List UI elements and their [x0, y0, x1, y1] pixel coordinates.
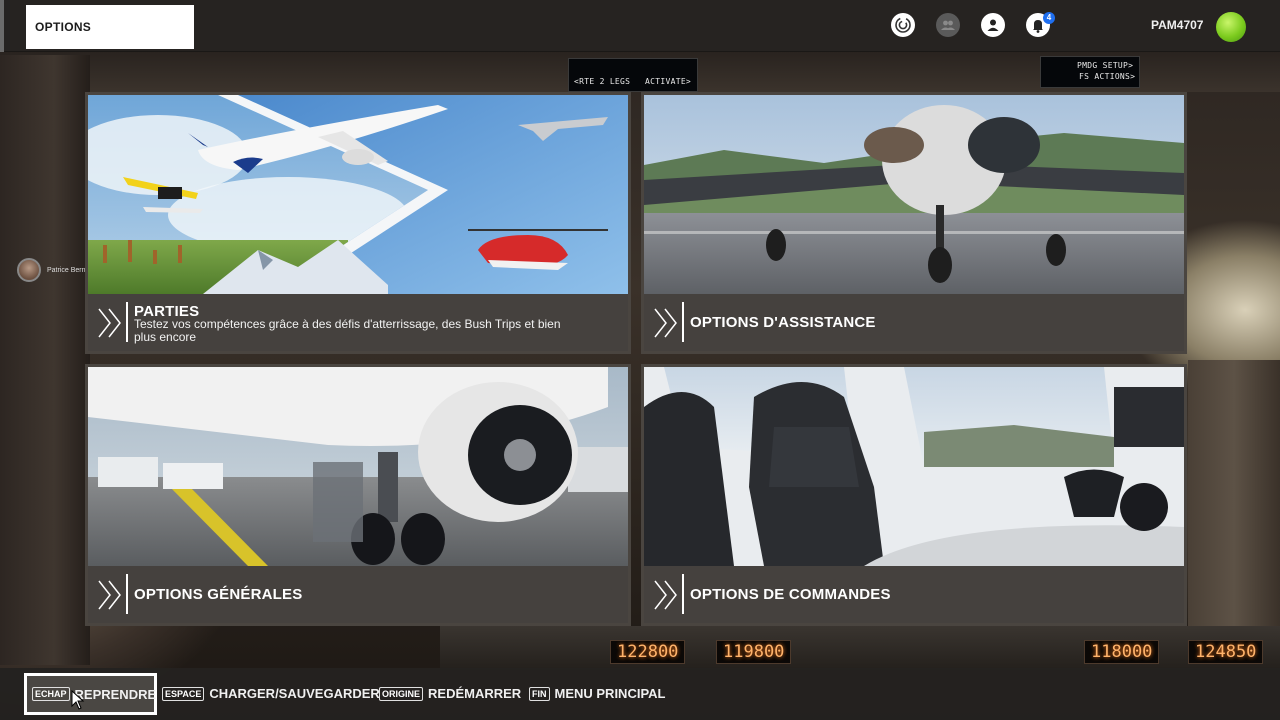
card-title: OPTIONS D'ASSISTANCE [690, 314, 876, 331]
caption-separator [126, 302, 128, 342]
card-image-controls [644, 367, 1184, 566]
main-menu-button[interactable]: FIN MENU PRINCIPAL [529, 686, 665, 701]
caption-separator [682, 574, 684, 614]
activities-artwork [88, 95, 628, 294]
card-caption-bar: PARTIES Testez vos compétences grâce à d… [88, 294, 628, 351]
fmc-line: ACTIVATE> [645, 77, 692, 86]
general-artwork [88, 367, 628, 566]
card-image-activities [88, 95, 628, 294]
friends-icon-glyph [941, 20, 955, 30]
card-image-assistance [644, 95, 1184, 294]
key-escape: ECHAP [32, 687, 70, 701]
controls-artwork [644, 367, 1184, 566]
throttle-panel [1188, 360, 1280, 630]
chevron-right-icon [654, 580, 677, 610]
fmc-line: <RTE 2 LEGS [574, 77, 631, 86]
fmc-screen-left: <RTE 2 LEGS ACTIVATE> [568, 58, 698, 92]
card-caption-bar: OPTIONS D'ASSISTANCE [644, 294, 1184, 351]
card-assistance-options[interactable]: OPTIONS D'ASSISTANCE [641, 92, 1187, 354]
chevron-right-icon [654, 308, 677, 338]
cockpit-seat-shape [644, 382, 884, 566]
hint-label: REDÉMARRER [428, 686, 522, 701]
assistance-artwork [644, 95, 1184, 294]
resume-button[interactable]: ECHAP REPRENDRE [24, 673, 157, 715]
frequency-display: 122800 [610, 640, 686, 664]
frequency-display: 119800 [716, 640, 792, 664]
hint-label: REPRENDRE [74, 686, 157, 702]
cursor-icon [71, 690, 85, 710]
activity-icon[interactable] [891, 13, 915, 37]
cockpit-left-wall [0, 55, 90, 665]
card-caption-bar: OPTIONS DE COMMANDES [644, 566, 1184, 623]
load-save-button[interactable]: ESPACE CHARGER/SAUVEGARDER [162, 686, 380, 701]
frequency-display: 118000 [1084, 640, 1160, 664]
username[interactable]: PAM4707 [1151, 18, 1203, 32]
fmc-line: FS ACTIONS> [1079, 72, 1136, 81]
pilot-marker: Patrice Bernard [17, 258, 96, 282]
notification-badge: 4 [1043, 12, 1055, 24]
hint-label: CHARGER/SAUVEGARDER [209, 686, 380, 701]
fmc-line: PMDG SETUP> [1077, 61, 1134, 70]
card-description: Testez vos compétences grâce à des défis… [134, 317, 561, 344]
card-caption-bar: OPTIONS GÉNÉRALES [88, 566, 628, 623]
key-space: ESPACE [162, 686, 205, 701]
activity-icon-glyph [895, 17, 911, 33]
fmc-screen-right: PMDG SETUP> FS ACTIONS> [1040, 56, 1140, 88]
profile-icon[interactable] [981, 13, 1005, 37]
chevron-right-icon [98, 308, 121, 338]
avatar[interactable] [1216, 12, 1246, 42]
frequency-display: 124850 [1188, 640, 1264, 664]
chevron-right-icon [98, 580, 121, 610]
key-home: ORIGINE [379, 686, 424, 701]
card-title: OPTIONS GÉNÉRALES [134, 586, 303, 603]
card-title: OPTIONS DE COMMANDES [690, 586, 891, 603]
caption-separator [126, 574, 128, 614]
card-general-options[interactable]: OPTIONS GÉNÉRALES [85, 364, 631, 626]
card-controls-options[interactable]: OPTIONS DE COMMANDES [641, 364, 1187, 626]
profile-icon-glyph [987, 19, 999, 31]
caption-separator [682, 302, 684, 342]
left-edge-indicator [0, 0, 4, 52]
page-title: OPTIONS [26, 5, 194, 49]
top-bar: OPTIONS 4 PAM4707 [0, 0, 1280, 52]
key-end: FIN [529, 686, 550, 701]
bottom-bar: ECHAP REPRENDRE ESPACE CHARGER/SAUVEGARD… [0, 668, 1280, 720]
hint-label: MENU PRINCIPAL [554, 686, 666, 701]
card-activities[interactable]: PARTIES Testez vos compétences grâce à d… [85, 92, 631, 354]
restart-button[interactable]: ORIGINE REDÉMARRER [379, 686, 521, 701]
card-image-general [88, 367, 628, 566]
pilot-avatar [17, 258, 41, 282]
friends-icon[interactable] [936, 13, 960, 37]
